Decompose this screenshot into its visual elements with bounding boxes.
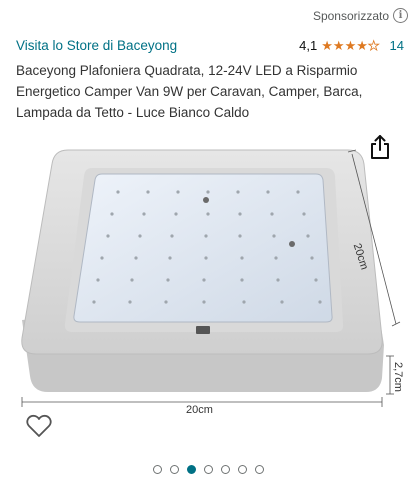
- rating-count[interactable]: 14: [390, 38, 404, 53]
- product-title: Baceyong Plafoniera Quadrata, 12-24V LED…: [16, 63, 363, 120]
- rating-value: 4,1: [299, 38, 318, 53]
- star-full-icon: ★: [344, 38, 357, 53]
- star-full-icon: ★: [356, 38, 368, 53]
- carousel-dot[interactable]: [203, 465, 213, 474]
- store-link[interactable]: Visita lo Store di Baceyong: [16, 38, 177, 53]
- carousel-dot[interactable]: [237, 465, 247, 474]
- store-rating-row: Visita lo Store di Baceyong 4,1 ★ ★ ★ ★ …: [16, 38, 404, 53]
- carousel-dot-active[interactable]: [186, 465, 196, 474]
- carousel-dot[interactable]: [254, 465, 264, 474]
- sponsored-label-row[interactable]: Sponsorizzato i: [313, 8, 408, 23]
- heart-icon[interactable]: [26, 414, 52, 438]
- dimension-length-label: 20cm: [186, 404, 213, 416]
- sponsored-label: Sponsorizzato: [312, 8, 389, 23]
- carousel-dot[interactable]: [220, 465, 230, 474]
- star-full-icon: ★: [332, 38, 345, 53]
- carousel-dot[interactable]: [152, 465, 162, 474]
- product-image[interactable]: 20cm 2,7cm 20cm: [0, 140, 416, 430]
- rating-summary[interactable]: 4,1 ★ ★ ★ ★ ★ 14: [299, 38, 404, 53]
- image-carousel-indicator: [0, 465, 416, 474]
- star-full-icon: ★: [321, 38, 333, 53]
- star-rating: ★ ★ ★ ★ ★: [321, 38, 380, 53]
- star-empty-icon: ★: [367, 38, 380, 53]
- info-icon[interactable]: i: [393, 8, 408, 23]
- dimension-height-label: 2,7cm: [392, 362, 404, 392]
- ceiling-light-illustration: [21, 149, 401, 407]
- carousel-dot[interactable]: [169, 465, 179, 474]
